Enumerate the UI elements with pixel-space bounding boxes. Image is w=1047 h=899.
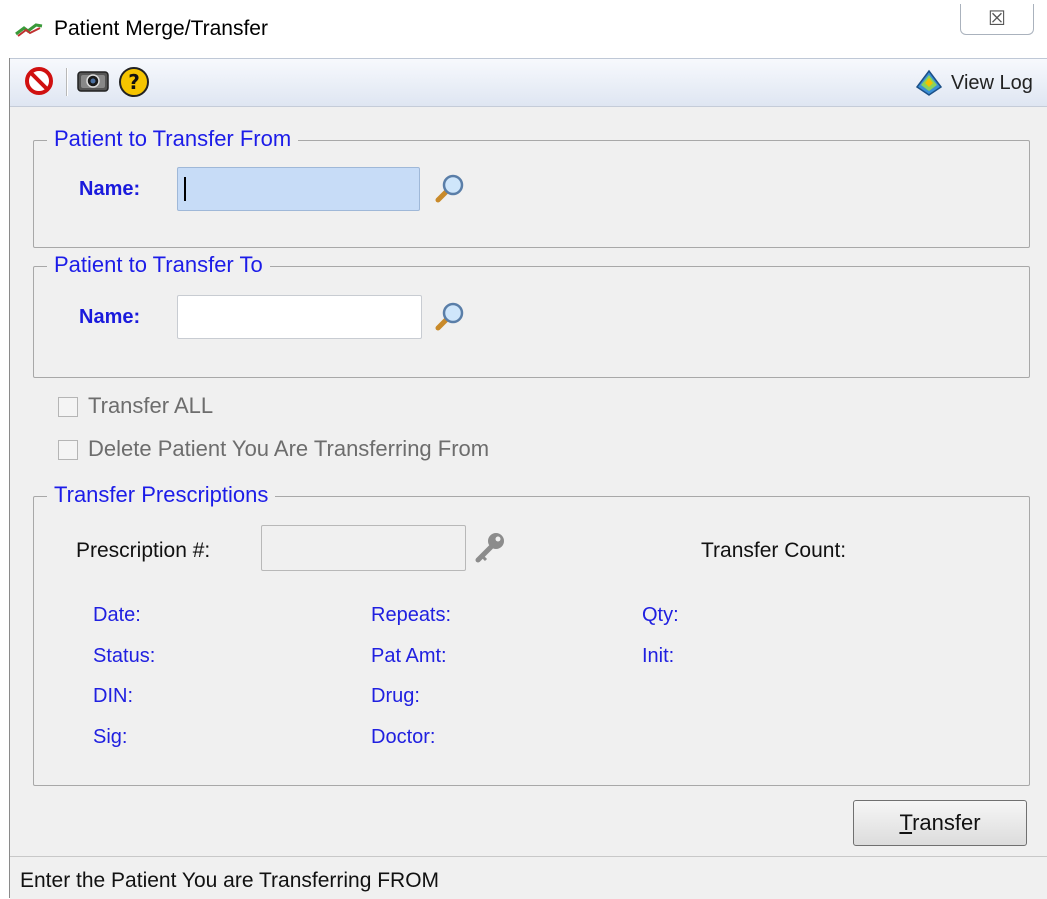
- help-icon[interactable]: ?: [118, 66, 150, 103]
- text-caret: [184, 177, 186, 201]
- date-label: Date:: [93, 604, 141, 626]
- view-log-link[interactable]: View Log: [951, 72, 1033, 95]
- prescription-number-label: Prescription #:: [76, 539, 211, 562]
- pat-amt-label: Pat Amt:: [371, 645, 447, 667]
- prescription-number-input[interactable]: [261, 525, 466, 571]
- search-icon[interactable]: [432, 172, 466, 211]
- group-title-transfer-to: Patient to Transfer To: [47, 252, 270, 278]
- status-label: Status:: [93, 645, 156, 667]
- from-name-label: Name:: [79, 178, 141, 200]
- dialog-window: ? View Log Patient to Transfer From Name…: [9, 58, 1047, 899]
- window-title: Patient Merge/Transfer: [54, 17, 268, 40]
- doctor-label: Doctor:: [371, 726, 436, 748]
- search-icon[interactable]: [432, 300, 466, 339]
- transfer-button-mnemonic: T: [899, 810, 913, 835]
- to-name-label: Name:: [79, 306, 141, 328]
- toolbar-separator: [66, 68, 68, 96]
- status-text: Enter the Patient You are Transferring F…: [20, 869, 440, 892]
- transfer-all-label: Transfer ALL: [88, 393, 214, 418]
- app-logo-icon: [14, 22, 44, 43]
- svg-text:?: ?: [128, 70, 140, 94]
- delete-patient-checkbox[interactable]: [58, 440, 78, 460]
- transfer-button-label: ransfer: [912, 810, 981, 835]
- transfer-button[interactable]: Transfer: [853, 800, 1027, 846]
- status-bar: Enter the Patient You are Transferring F…: [10, 856, 1047, 899]
- view-log-icon[interactable]: [913, 67, 945, 104]
- qty-label: Qty:: [642, 604, 679, 626]
- title-bar: Patient Merge/Transfer ☒: [0, 0, 1047, 58]
- delete-patient-label: Delete Patient You Are Transferring From: [88, 436, 490, 461]
- group-transfer-from: Patient to Transfer From Name:: [33, 126, 1030, 248]
- din-label: DIN:: [93, 685, 133, 707]
- transfer-all-checkbox[interactable]: [58, 397, 78, 417]
- key-icon[interactable]: [472, 530, 508, 569]
- stop-icon[interactable]: [24, 66, 54, 101]
- init-label: Init:: [642, 645, 675, 667]
- group-transfer-to: Patient to Transfer To Name:: [33, 252, 1030, 378]
- camera-icon[interactable]: [76, 66, 110, 101]
- group-title-transfer-prescriptions: Transfer Prescriptions: [47, 482, 276, 508]
- sig-label: Sig:: [93, 726, 128, 748]
- close-icon: ☒: [988, 8, 1006, 30]
- drug-label: Drug:: [371, 685, 420, 707]
- group-title-transfer-from: Patient to Transfer From: [47, 126, 299, 152]
- toolbar: ? View Log: [10, 58, 1047, 107]
- close-button[interactable]: ☒: [960, 4, 1034, 35]
- repeats-label: Repeats:: [371, 604, 452, 626]
- transfer-count-label: Transfer Count:: [701, 539, 847, 562]
- from-name-input[interactable]: [177, 167, 420, 211]
- to-name-input[interactable]: [177, 295, 422, 339]
- group-transfer-prescriptions: Transfer Prescriptions Prescription #: T…: [33, 482, 1030, 786]
